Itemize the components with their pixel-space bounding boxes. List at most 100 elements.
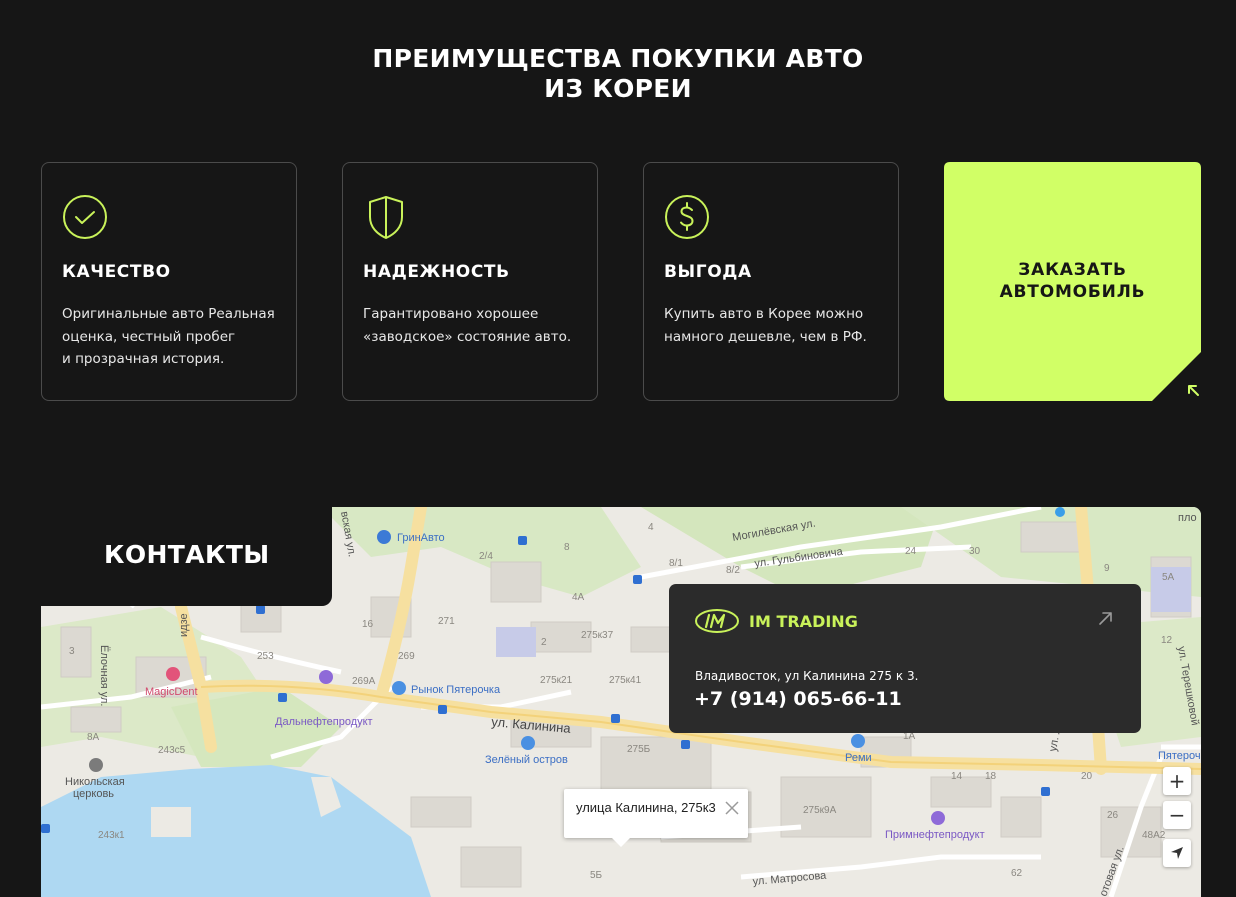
- house-number: 26: [1107, 810, 1119, 821]
- poi-label: Реми: [845, 752, 872, 764]
- advantage-text-line: и прозрачная история.: [62, 351, 225, 367]
- arrow-up-right-icon[interactable]: [1098, 611, 1113, 626]
- order-car-button[interactable]: ЗАКАЗАТЬ АВТОМОБИЛЬ: [944, 162, 1201, 401]
- advantage-card-benefit: ВЫГОДА Купить авто в Корее можно намного…: [643, 162, 899, 401]
- house-number: 275к9А: [803, 805, 837, 816]
- house-number: 2/4: [479, 551, 493, 562]
- bus-stop-marker: [633, 575, 642, 584]
- advantages-title: ПРЕИМУЩЕСТВА ПОКУПКИ АВТО ИЗ КОРЕИ: [0, 44, 1236, 104]
- car-poi-marker: [377, 530, 391, 544]
- house-number: 14: [951, 771, 963, 782]
- order-car-label-line1: ЗАКАЗАТЬ: [1018, 260, 1127, 280]
- church-poi-marker: [89, 758, 103, 772]
- poi-label: MagicDent: [145, 686, 198, 698]
- navigation-arrow-icon: [1171, 847, 1183, 859]
- house-number: 12: [1161, 635, 1173, 646]
- poi-label: Пятерочка: [1158, 750, 1201, 762]
- street-label: Ёлочная ул.: [98, 645, 110, 706]
- company-address: Владивосток, ул Калинина 275 к 3.: [695, 669, 919, 683]
- house-number: 48А2: [1142, 830, 1166, 841]
- order-car-label-line2: АВТОМОБИЛЬ: [999, 282, 1146, 302]
- company-phone-link[interactable]: +7 (914) 065-66-11: [694, 688, 902, 710]
- minus-icon: −: [1168, 803, 1186, 827]
- house-number: 8: [564, 542, 570, 553]
- map-zoom-in-button[interactable]: +: [1163, 767, 1191, 795]
- shop-poi-marker: [521, 736, 535, 750]
- advantage-title: ВЫГОДА: [664, 262, 752, 282]
- bus-stop-marker: [438, 705, 447, 714]
- company-info-card: IM TRADING Владивосток, ул Калинина 275 …: [669, 584, 1141, 733]
- bus-stop-marker: [256, 605, 265, 614]
- house-number: 269: [398, 651, 415, 662]
- im-trading-logo-icon: [695, 609, 739, 633]
- house-number: 275к21: [540, 675, 573, 686]
- house-number: 3: [69, 646, 75, 657]
- advantage-text-line: Оригинальные авто Реальная: [62, 306, 275, 322]
- house-number: 4: [648, 522, 654, 533]
- fuel-poi-marker: [931, 811, 945, 825]
- poi-label: Никольская: [65, 776, 125, 788]
- advantage-text-line: Гарантировано хорошее: [363, 306, 539, 322]
- house-number: 271: [438, 616, 455, 627]
- house-number: 243с5: [158, 745, 186, 756]
- advantages-title-line2: ИЗ КОРЕИ: [544, 74, 692, 103]
- house-number: 253: [257, 651, 274, 662]
- map-geolocation-button[interactable]: [1163, 839, 1191, 867]
- house-number: 30: [969, 546, 981, 557]
- advantage-title: НАДЕЖНОСТЬ: [363, 262, 510, 282]
- house-number: 8А: [87, 732, 100, 743]
- bus-stop-marker: [41, 824, 50, 833]
- house-number: 9: [1104, 563, 1110, 574]
- advantage-text-line: оценка, честный пробег: [62, 328, 236, 345]
- advantage-text-line: намного дешевле, чем в РФ.: [664, 328, 867, 345]
- order-car-label: ЗАКАЗАТЬ АВТОМОБИЛЬ: [944, 259, 1201, 303]
- arrow-up-left-icon: [1188, 385, 1199, 396]
- check-circle-icon: [63, 195, 107, 239]
- house-number: 4А: [572, 592, 585, 603]
- poi-label: Зелёный остров: [485, 754, 568, 766]
- house-number: 275к37: [581, 630, 614, 641]
- shop-poi-marker: [392, 681, 406, 695]
- house-number: 20: [1081, 771, 1093, 782]
- house-number: 5А: [1162, 572, 1175, 583]
- house-number: 2: [541, 637, 547, 648]
- bus-stop-marker: [611, 714, 620, 723]
- advantage-text: Оригинальные авто Реальная оценка, честн…: [62, 303, 287, 371]
- company-brand: IM TRADING: [749, 612, 858, 631]
- advantage-text: Купить авто в Корее можно намного дешевл…: [664, 303, 889, 348]
- water-poi-marker: [1055, 507, 1065, 517]
- dental-poi-marker: [166, 667, 180, 681]
- advantage-text-line: Купить авто в Корее можно: [664, 306, 864, 322]
- house-number: 16: [362, 619, 374, 630]
- bus-stop-marker: [278, 693, 287, 702]
- house-number: 275к41: [609, 675, 642, 686]
- contacts-title: КОНТАКТЫ: [104, 540, 270, 569]
- house-number: 269А: [352, 676, 376, 687]
- house-number: 275Б: [627, 744, 651, 755]
- poi-label: Дальнефтепродукт: [275, 716, 373, 728]
- house-number: 8/1: [669, 558, 683, 569]
- bus-stop-marker: [681, 740, 690, 749]
- close-icon[interactable]: [724, 800, 740, 816]
- bus-stop-marker: [1041, 787, 1050, 796]
- advantage-card-reliability: НАДЕЖНОСТЬ Гарантировано хорошее «заводс…: [342, 162, 598, 401]
- map-balloon: улица Калинина, 275к3: [564, 789, 748, 847]
- house-number: 62: [1011, 868, 1023, 879]
- fuel-poi-marker: [319, 670, 333, 684]
- advantage-text-line: «заводское» состояние авто.: [363, 328, 572, 345]
- poi-label: пло: [1178, 512, 1197, 524]
- house-number: 5Б: [590, 870, 603, 881]
- map-balloon-text: улица Калинина, 275к3: [576, 800, 716, 815]
- street-label: идзе: [178, 613, 190, 637]
- poi-label: ГринАвто: [397, 532, 445, 544]
- advantage-title: КАЧЕСТВО: [62, 262, 171, 282]
- shop-poi-marker: [851, 734, 865, 748]
- advantage-text: Гарантировано хорошее «заводское» состоя…: [363, 303, 588, 348]
- poi-label: Примнефтепродукт: [885, 829, 985, 841]
- dollar-circle-icon: [665, 195, 709, 239]
- map-zoom-out-button[interactable]: −: [1163, 801, 1191, 829]
- poi-label: церковь: [73, 788, 114, 800]
- house-number: 8/2: [726, 565, 740, 576]
- bus-stop-marker: [518, 536, 527, 545]
- shield-icon: [369, 196, 403, 239]
